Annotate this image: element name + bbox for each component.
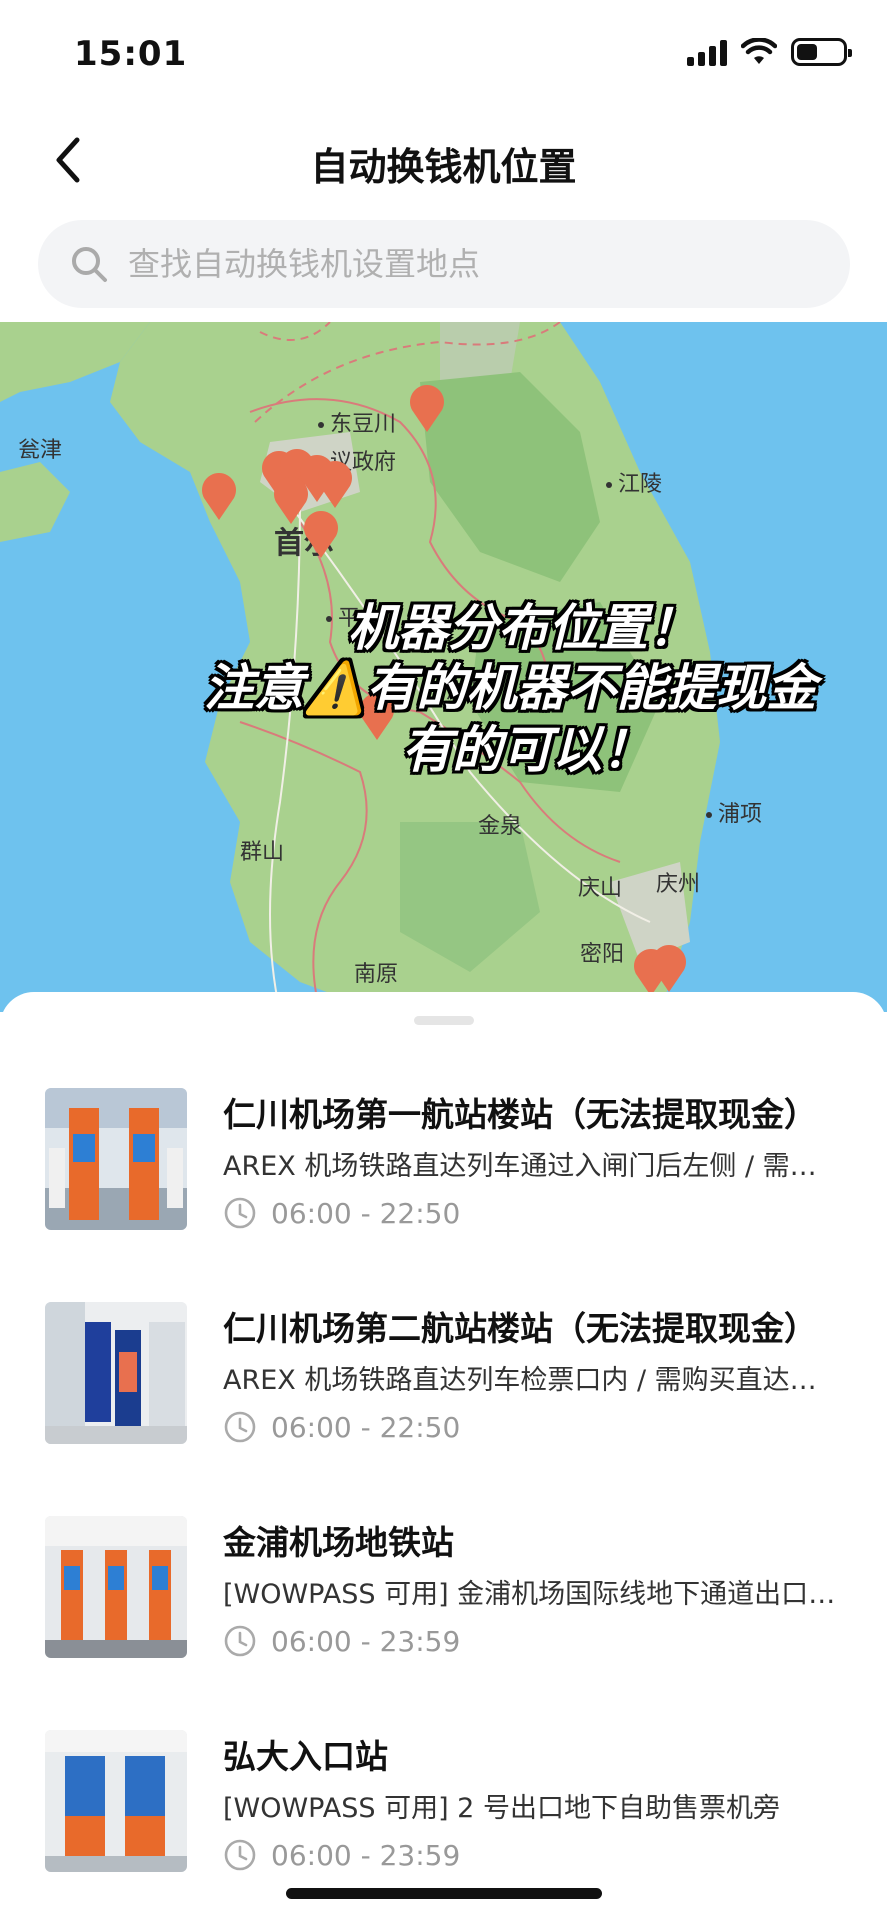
hours-text: 06:00 - 22:50 <box>271 1410 461 1444</box>
location-description: AREX 机场铁路直达列车通过入闸门后左侧 / 需购买直达列车车票 <box>223 1151 843 1182</box>
search-icon <box>68 243 110 285</box>
status-time: 15:01 <box>74 34 188 74</box>
overlay-text-line3: 有的可以！ <box>402 721 652 779</box>
nav-header: 自动换钱机位置 <box>0 110 887 210</box>
status-bar: 15:01 <box>0 0 887 110</box>
location-thumbnail <box>45 1516 187 1658</box>
location-description: [WOWPASS 可用] 金浦机场国际线地下通道出口方向 <box>223 1579 843 1610</box>
location-thumbnail <box>45 1730 187 1872</box>
map-label: 金泉 <box>478 814 523 839</box>
map-label: 浦项 <box>706 796 762 828</box>
location-item[interactable]: 金浦机场地铁站 [WOWPASS 可用] 金浦机场国际线地下通道出口方向 06:… <box>0 1516 887 1716</box>
map-label: 东豆川 <box>318 406 396 438</box>
wifi-icon <box>741 38 777 64</box>
map-label: 庆州 <box>656 872 701 897</box>
battery-level <box>797 44 817 60</box>
search-bar[interactable] <box>38 220 850 308</box>
map-marker[interactable] <box>648 940 690 992</box>
battery-icon <box>791 38 852 66</box>
map-marker[interactable] <box>300 506 342 558</box>
location-thumbnail <box>45 1088 187 1230</box>
map-view[interactable]: 瓮津 东豆川 议政府 江陵 首尔 平 忠州 金泉 浦项 群山 庆山 庆州 密阳 … <box>0 322 887 1012</box>
hours-text: 06:00 - 23:59 <box>271 1624 461 1658</box>
clock-icon <box>224 1197 256 1229</box>
map-label: 群山 <box>240 840 285 865</box>
map-label: 瓮津 <box>18 438 63 463</box>
map-marker[interactable] <box>406 380 448 432</box>
map-marker[interactable] <box>314 456 356 508</box>
location-item[interactable]: 仁川机场第一航站楼站（无法提取现金） AREX 机场铁路直达列车通过入闸门后左侧… <box>0 1088 887 1288</box>
hours-text: 06:00 - 22:50 <box>271 1196 461 1230</box>
location-item[interactable]: 仁川机场第二航站楼站（无法提取现金） AREX 机场铁路直达列车检票口内 / 需… <box>0 1302 887 1502</box>
location-sheet[interactable]: 仁川机场第一航站楼站（无法提取现金） AREX 机场铁路直达列车通过入闸门后左侧… <box>0 992 887 1920</box>
clock-icon <box>224 1411 256 1443</box>
location-description: [WOWPASS 可用] 2 号出口地下自助售票机旁 <box>223 1793 780 1824</box>
map-label: 密阳 <box>580 942 625 967</box>
search-input[interactable] <box>128 245 808 283</box>
location-thumbnail <box>45 1302 187 1444</box>
location-description: AREX 机场铁路直达列车检票口内 / 需购买直达列车车票 <box>223 1365 843 1396</box>
location-hours: 06:00 - 23:59 <box>223 1624 460 1658</box>
location-title: 仁川机场第二航站楼站（无法提取现金） <box>223 1309 817 1348</box>
hours-text: 06:00 - 23:59 <box>271 1838 461 1872</box>
clock-icon <box>224 1839 256 1871</box>
sheet-drag-handle[interactable] <box>414 1016 474 1025</box>
status-icons <box>687 38 852 66</box>
location-hours: 06:00 - 22:50 <box>223 1410 460 1444</box>
page-title: 自动换钱机位置 <box>310 145 577 189</box>
location-title: 金浦机场地铁站 <box>223 1523 454 1562</box>
cellular-signal-icon <box>687 38 727 66</box>
map-label: 南原 <box>354 962 399 987</box>
location-title: 弘大入口站 <box>223 1737 388 1776</box>
clock-icon <box>224 1625 256 1657</box>
map-label: 江陵 <box>606 466 662 498</box>
map-marker[interactable] <box>198 468 240 520</box>
location-title: 仁川机场第一航站楼站（无法提取现金） <box>223 1095 817 1134</box>
location-hours: 06:00 - 22:50 <box>223 1196 460 1230</box>
home-indicator[interactable] <box>286 1888 602 1899</box>
location-hours: 06:00 - 23:59 <box>223 1838 460 1872</box>
map-label: 庆山 <box>578 876 623 901</box>
